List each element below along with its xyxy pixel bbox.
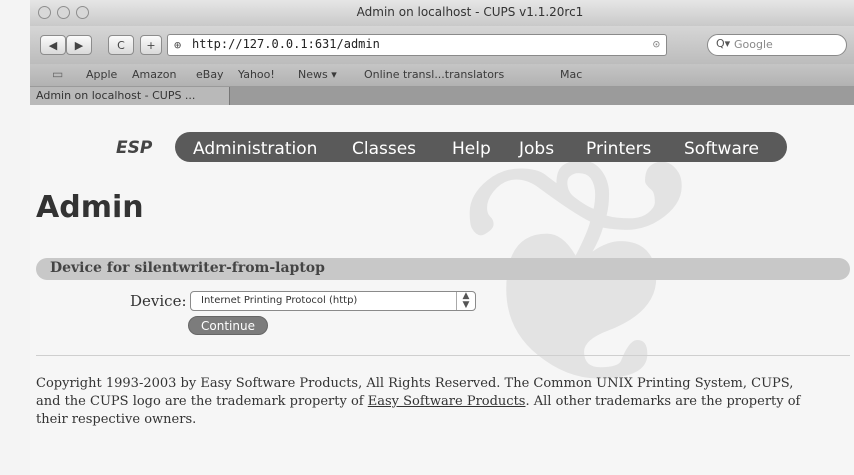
add-bookmark-button[interactable]: +	[140, 35, 162, 55]
bookmark-ebay[interactable]: eBay	[196, 68, 224, 81]
browser-toolbar: ◀ ▶ C + ⊕ http://127.0.0.1:631/admin ⊙ Q…	[30, 26, 854, 64]
bookmarks-book-icon[interactable]: ▭	[52, 67, 63, 81]
nav-printers[interactable]: Printers	[586, 139, 651, 159]
bookmark-mac[interactable]: Mac	[560, 68, 582, 81]
address-bar[interactable]: ⊕ http://127.0.0.1:631/admin ⊙	[167, 34, 667, 56]
nav-jobs[interactable]: Jobs	[519, 139, 554, 159]
bookmark-news[interactable]: News ▾	[298, 68, 337, 81]
forward-button[interactable]: ▶	[66, 35, 92, 55]
reload-button[interactable]: C	[108, 35, 134, 55]
bookmarks-bar: ▭ Apple Amazon eBay Yahoo! News ▾ Online…	[30, 64, 854, 87]
bookmark-yahoo[interactable]: Yahoo!	[238, 68, 275, 81]
esp-logo[interactable]: ESP	[116, 138, 152, 158]
page-title: Admin	[36, 190, 144, 225]
window-title: Admin on localhost - CUPS v1.1.20rc1	[356, 5, 584, 19]
footer-divider	[36, 355, 850, 356]
nav-software[interactable]: Software	[684, 139, 759, 159]
device-select-value: Internet Printing Protocol (http)	[201, 295, 358, 306]
nav-help[interactable]: Help	[452, 139, 491, 159]
back-arrow-icon: ◀	[48, 38, 58, 52]
copyright-footer: Copyright 1993-2003 by Easy Software Pro…	[36, 375, 806, 429]
search-placeholder: Google	[734, 38, 773, 51]
device-select[interactable]: Internet Printing Protocol (http) ▲ ▼	[190, 291, 476, 311]
address-url: http://127.0.0.1:631/admin	[192, 37, 380, 51]
search-icon: Q▾	[716, 37, 731, 50]
bookmark-apple[interactable]: Apple	[86, 68, 117, 81]
nav-classes[interactable]: Classes	[352, 139, 416, 159]
nav-administration[interactable]: Administration	[193, 139, 317, 159]
reload-icon: C	[117, 38, 125, 52]
zoom-window-button[interactable]	[76, 6, 89, 19]
select-arrows-icon: ▲ ▼	[456, 292, 475, 310]
easy-software-products-link[interactable]: Easy Software Products	[368, 394, 526, 409]
bookmark-amazon[interactable]: Amazon	[132, 68, 176, 81]
device-label: Device:	[130, 292, 187, 310]
section-title: Device for silentwriter-from-laptop	[50, 260, 325, 276]
minimize-window-button[interactable]	[57, 6, 70, 19]
search-field[interactable]: Q▾ Google	[707, 34, 847, 56]
tab-admin[interactable]: Admin on localhost - CUPS ...	[30, 87, 230, 105]
section-header: Device for silentwriter-from-laptop	[36, 258, 850, 280]
snapback-icon[interactable]: ⊙	[653, 37, 660, 51]
back-button[interactable]: ◀	[40, 35, 66, 55]
window-titlebar: Admin on localhost - CUPS v1.1.20rc1	[30, 0, 854, 27]
globe-icon: ⊕	[174, 38, 182, 52]
plus-icon: +	[146, 38, 156, 52]
continue-button[interactable]: Continue	[188, 316, 268, 335]
forward-arrow-icon: ▶	[74, 38, 84, 52]
bookmark-online-translators[interactable]: Online transl...translators	[364, 68, 504, 81]
tab-bar: Admin on localhost - CUPS ...	[30, 87, 854, 105]
close-window-button[interactable]	[38, 6, 51, 19]
page-content: ❦ ESP Administration Classes Help Jobs P…	[30, 105, 854, 475]
